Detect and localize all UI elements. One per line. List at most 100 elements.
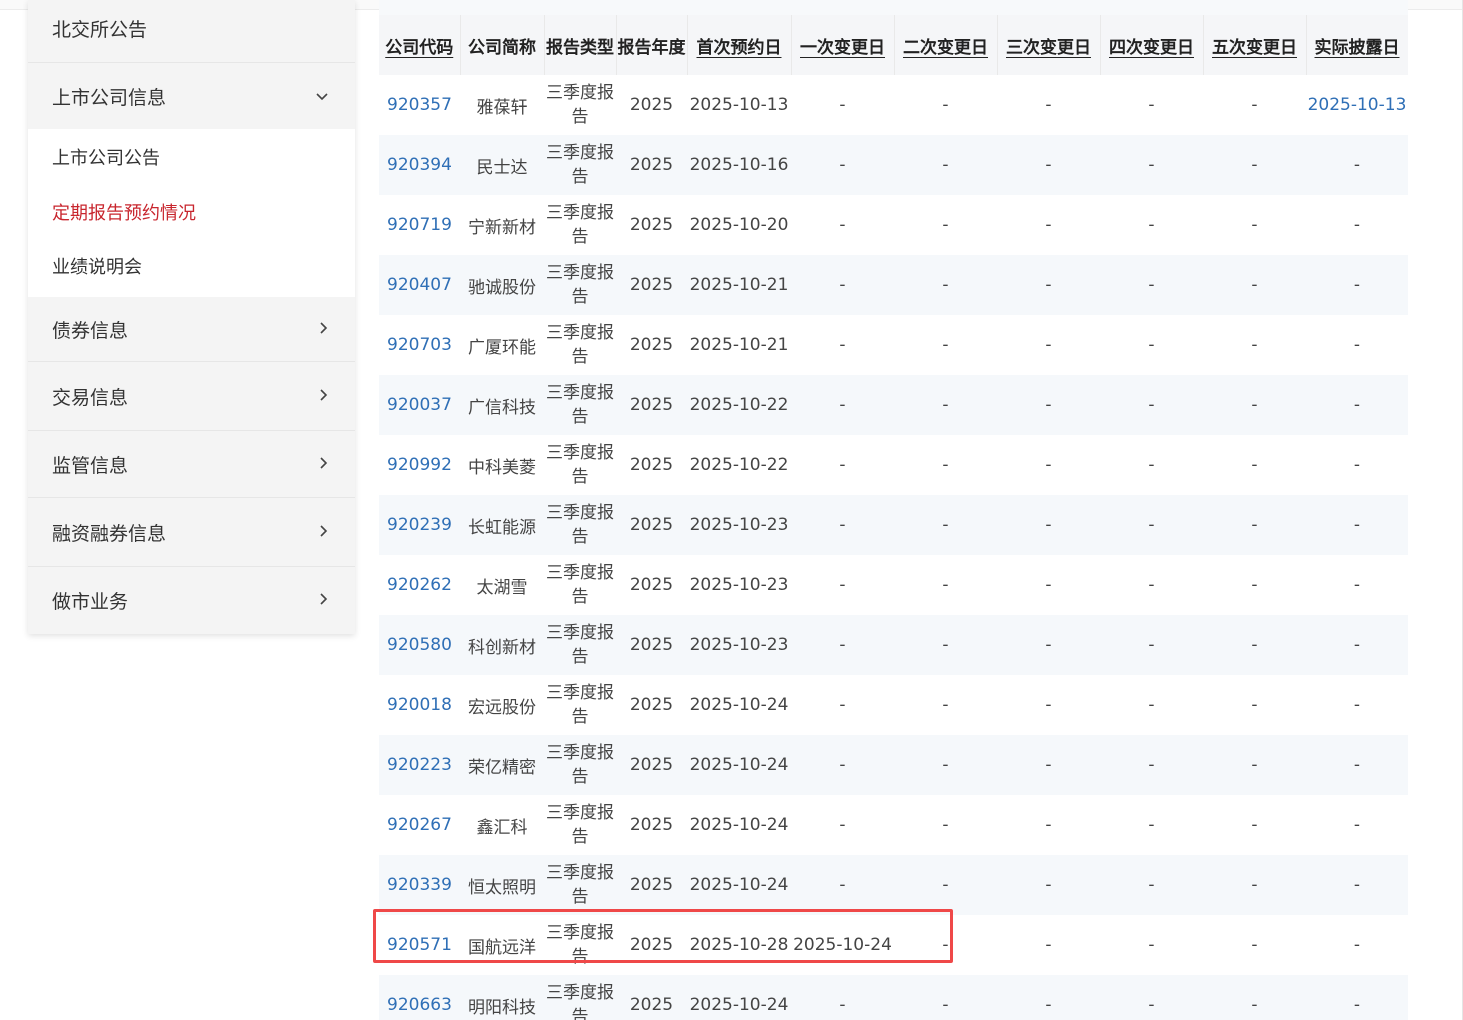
report-type-text: 三季度报告 (546, 443, 614, 487)
sidebar-subitem-earnings-briefing[interactable]: 业绩说明会 (28, 239, 355, 293)
sidebar-item-label: 上市公司信息 (52, 86, 167, 109)
col-header-change-3[interactable]: 三次变更日 (997, 15, 1101, 75)
cell-first-booking: 2025-10-24 (687, 975, 791, 1020)
cell-report-type: 三季度报告 (544, 435, 616, 495)
cell-change-3: - (997, 735, 1100, 795)
cell-change-2: - (894, 495, 997, 555)
sidebar-item-trading-info[interactable]: 交易信息 (28, 362, 355, 430)
cell-change-4: - (1100, 435, 1203, 495)
col-header-change-2[interactable]: 二次变更日 (894, 15, 998, 75)
cell-name: 广信科技 (460, 375, 544, 435)
cell-code[interactable]: 920703 (379, 315, 460, 375)
table-row: 920357 雅葆轩 三季度报告 2025 2025-10-13- - - - -2025-10… (379, 75, 1408, 135)
cell-year: 2025 (616, 855, 687, 915)
cell-change-1: - (791, 315, 894, 375)
cell-change-4: - (1100, 795, 1203, 855)
cell-report-type: 三季度报告 (544, 75, 616, 135)
cell-code[interactable]: 920663 (379, 975, 460, 1020)
cell-change-1: - (791, 855, 894, 915)
cell-name: 民士达 (460, 135, 544, 195)
cell-name: 长虹能源 (460, 495, 544, 555)
cell-code[interactable]: 920580 (379, 615, 460, 675)
sidebar-subitem-periodic-report-booking[interactable]: 定期报告预约情况 (28, 185, 355, 239)
cell-change-5: - (1203, 675, 1306, 735)
cell-change-4: - (1100, 495, 1203, 555)
cell-code[interactable]: 920339 (379, 855, 460, 915)
cell-code[interactable]: 920267 (379, 795, 460, 855)
cell-change-1: - (791, 195, 894, 255)
cell-code[interactable]: 920719 (379, 195, 460, 255)
cell-code[interactable]: 920239 (379, 495, 460, 555)
cell-report-type: 三季度报告 (544, 855, 616, 915)
cell-change-1: - (791, 975, 894, 1020)
cell-change-1: - (791, 495, 894, 555)
cell-first-booking: 2025-10-23 (687, 495, 791, 555)
table-row: 920018 宏远股份 三季度报告 2025 2025-10-24- - - - - - (379, 675, 1408, 735)
cell-year: 2025 (616, 555, 687, 615)
col-header-first-booking[interactable]: 首次预约日 (687, 15, 792, 75)
cell-change-1: - (791, 375, 894, 435)
sidebar-item-bond-info[interactable]: 债券信息 (28, 297, 355, 361)
table-row: 920394 民士达 三季度报告 2025 2025-10-16- - - - - - (379, 135, 1408, 195)
cell-first-booking: 2025-10-21 (687, 255, 791, 315)
report-type-text: 三季度报告 (546, 563, 614, 607)
cell-change-4: - (1100, 315, 1203, 375)
col-header-code[interactable]: 公司代码 (379, 15, 461, 75)
cell-change-4: - (1100, 675, 1203, 735)
cell-code[interactable]: 920394 (379, 135, 460, 195)
sidebar-subitem-listed-company-announcements[interactable]: 上市公司公告 (28, 129, 355, 185)
cell-change-3: - (997, 915, 1100, 975)
cell-code[interactable]: 920223 (379, 735, 460, 795)
cell-change-5: - (1203, 495, 1306, 555)
sidebar-item-margin-trading-info[interactable]: 融资融券信息 (28, 498, 355, 566)
cell-code[interactable]: 920018 (379, 675, 460, 735)
cell-code[interactable]: 920357 (379, 75, 460, 135)
cell-name: 太湖雪 (460, 555, 544, 615)
cell-actual-disclosure: - (1306, 555, 1408, 615)
cell-year: 2025 (616, 495, 687, 555)
table-row: 920719 宁新新材 三季度报告 2025 2025-10-20- - - - - - (379, 195, 1408, 255)
cell-change-1: - (791, 75, 894, 135)
table-row: 920703 广厦环能 三季度报告 2025 2025-10-21- - - - - - (379, 315, 1408, 375)
cell-change-3: - (997, 75, 1100, 135)
cell-change-3: - (997, 195, 1100, 255)
cell-code[interactable]: 920407 (379, 255, 460, 315)
report-type-text: 三季度报告 (546, 803, 614, 847)
cell-year: 2025 (616, 135, 687, 195)
chevron-down-icon (315, 86, 329, 107)
table-row: 920262 太湖雪 三季度报告 2025 2025-10-23- - - - - - (379, 555, 1408, 615)
col-header-change-5[interactable]: 五次变更日 (1203, 15, 1307, 75)
report-type-text: 三季度报告 (546, 203, 614, 247)
sidebar-item-market-making[interactable]: 做市业务 (28, 567, 355, 634)
report-type-text: 三季度报告 (546, 623, 614, 667)
cell-change-2: - (894, 975, 997, 1020)
col-header-change-1[interactable]: 一次变更日 (791, 15, 895, 75)
cell-change-3: - (997, 555, 1100, 615)
col-header-name: 公司简称 (460, 15, 545, 75)
cell-first-booking: 2025-10-24 (687, 735, 791, 795)
cell-name: 广厦环能 (460, 315, 544, 375)
cell-actual-disclosure[interactable]: 2025-10-13 (1306, 75, 1408, 135)
cell-year: 2025 (616, 975, 687, 1020)
cell-code[interactable]: 920037 (379, 375, 460, 435)
cell-code[interactable]: 920262 (379, 555, 460, 615)
cell-change-3: - (997, 855, 1100, 915)
sidebar-item-listed-company-info[interactable]: 上市公司信息 (28, 63, 355, 129)
cell-actual-disclosure: - (1306, 795, 1408, 855)
sidebar-item-label: 业绩说明会 (52, 257, 142, 278)
cell-name: 荣亿精密 (460, 735, 544, 795)
cell-change-4: - (1100, 735, 1203, 795)
cell-change-1: - (791, 735, 894, 795)
sidebar-item-bse-announcements[interactable]: 北交所公告 (28, 0, 355, 62)
sidebar-item-regulatory-info[interactable]: 监管信息 (28, 431, 355, 497)
cell-first-booking: 2025-10-13 (687, 75, 791, 135)
col-header-actual-disclosure[interactable]: 实际披露日 (1306, 15, 1408, 75)
table-row: 920239 长虹能源 三季度报告 2025 2025-10-23- - - - - - (379, 495, 1408, 555)
cell-code[interactable]: 920571 (379, 915, 460, 975)
table-row: 920571 国航远洋 三季度报告 2025 2025-10-28 2025-10-24-… (379, 915, 1408, 975)
cell-name: 明阳科技 (460, 975, 544, 1020)
cell-code[interactable]: 920992 (379, 435, 460, 495)
col-header-change-4[interactable]: 四次变更日 (1100, 15, 1204, 75)
cell-change-3: - (997, 255, 1100, 315)
cell-change-5: - (1203, 615, 1306, 675)
